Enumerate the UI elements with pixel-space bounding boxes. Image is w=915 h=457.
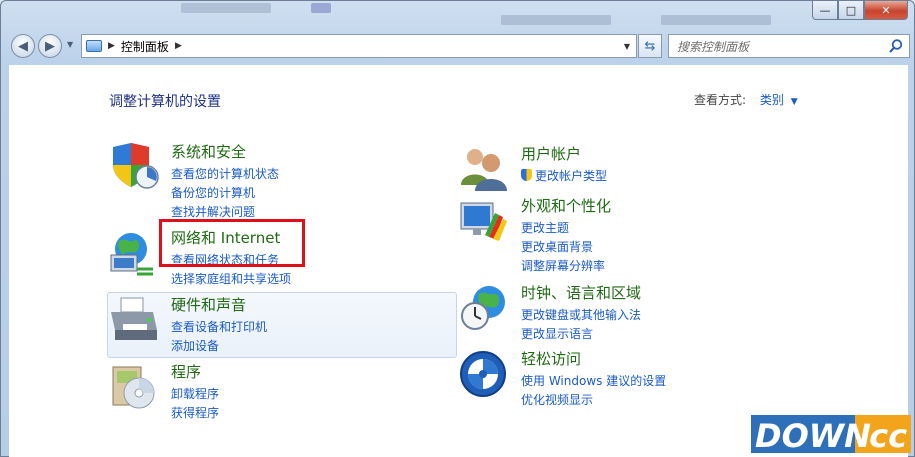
clock-globe-icon <box>461 286 505 330</box>
back-button[interactable]: ◀ <box>11 34 35 58</box>
task-link[interactable]: 优化视频显示 <box>521 391 666 410</box>
background-window-ghost <box>501 15 611 25</box>
task-link[interactable]: 使用 Windows 建议的设置 <box>521 372 666 391</box>
task-link-label[interactable]: 更改帐户类型 <box>535 169 607 183</box>
task-link[interactable]: 选择家庭组和共享选项 <box>171 270 291 289</box>
back-arrow-icon: ◀ <box>18 38 28 54</box>
category-title[interactable]: 程序 <box>171 361 201 382</box>
down-cc-watermark-logo: DOWN .cc <box>751 415 911 455</box>
view-by: 查看方式: 类别 ▼ <box>694 91 798 108</box>
view-by-dropdown[interactable]: 类别 <box>760 93 784 107</box>
category-title[interactable]: 硬件和声音 <box>171 294 246 315</box>
task-link[interactable]: 获得程序 <box>171 404 219 423</box>
category-title[interactable]: 用户帐户 <box>521 143 581 164</box>
category-title[interactable]: 轻松访问 <box>521 348 581 369</box>
network-globe-icon <box>110 233 153 276</box>
background-window-ghost <box>661 15 771 25</box>
category-hover-highlight <box>107 292 457 358</box>
task-link[interactable]: 更改主题 <box>521 219 605 238</box>
red-highlight-annotation <box>159 219 305 267</box>
content-pane: 调整计算机的设置 查看方式: 类别 ▼ 系统和安全 查看您的计算机状态 备份您的… <box>9 65 908 457</box>
display-paint-icon <box>460 202 507 241</box>
task-link[interactable]: 更改桌面背景 <box>521 238 605 257</box>
page-title: 调整计算机的设置 <box>109 94 221 110</box>
watermark-text-cc: .cc <box>857 417 907 455</box>
control-panel-icon <box>86 40 102 52</box>
refresh-icon: ⇆ <box>644 38 656 54</box>
breadcrumb-control-panel[interactable]: 控制面板 <box>121 38 169 55</box>
maximize-button[interactable]: □ <box>838 1 864 20</box>
view-by-label: 查看方式: <box>694 93 747 107</box>
task-link[interactable]: 添加设备 <box>171 337 267 356</box>
task-link[interactable]: 卸载程序 <box>171 385 219 404</box>
window-frame: — □ ✕ ◀ ▶ ▼ ▶ 控制面板 ▶ ▼ ⇆ 搜索控制面板 调整计算机的设置… <box>0 0 915 457</box>
forward-button[interactable]: ▶ <box>38 34 62 58</box>
view-by-chevron-down-icon[interactable]: ▼ <box>791 97 798 107</box>
forward-arrow-icon: ▶ <box>45 38 55 54</box>
address-bar[interactable]: ▶ 控制面板 ▶ ▼ <box>81 34 637 58</box>
refresh-button[interactable]: ⇆ <box>638 34 662 58</box>
uac-shield-icon <box>521 169 532 181</box>
category-title[interactable]: 时钟、语言和区域 <box>521 282 641 303</box>
watermark-text-down: DOWN <box>755 417 871 455</box>
users-icon <box>461 149 507 191</box>
task-link[interactable]: 更改显示语言 <box>521 325 641 344</box>
category-title[interactable]: 外观和个性化 <box>521 195 611 216</box>
shield-system-icon <box>113 143 159 189</box>
minimize-button[interactable]: — <box>812 1 838 20</box>
search-icon[interactable] <box>888 38 904 54</box>
ease-of-access-icon <box>460 351 506 397</box>
background-window-ghost <box>311 3 331 13</box>
maximize-icon: □ <box>845 3 857 17</box>
task-link[interactable]: 更改帐户类型 <box>521 167 607 186</box>
search-input[interactable]: 搜索控制面板 <box>668 34 910 58</box>
printer-icon <box>111 297 157 340</box>
task-link[interactable]: 更改键盘或其他输入法 <box>521 306 641 325</box>
task-link[interactable]: 查看设备和打印机 <box>171 318 267 337</box>
task-link[interactable]: 查看您的计算机状态 <box>171 165 279 184</box>
programs-disc-icon <box>112 366 155 409</box>
close-button[interactable]: ✕ <box>864 1 908 20</box>
navigation-bar: ◀ ▶ ▼ ▶ 控制面板 ▶ ▼ ⇆ 搜索控制面板 <box>7 31 910 61</box>
search-placeholder: 搜索控制面板 <box>677 39 750 54</box>
task-link[interactable]: 调整屏幕分辨率 <box>521 257 605 276</box>
background-window-ghost <box>181 3 271 13</box>
recent-pages-chevron-down-icon[interactable]: ▼ <box>67 40 73 49</box>
minimize-icon: — <box>819 3 831 17</box>
task-link[interactable]: 备份您的计算机 <box>171 184 279 203</box>
breadcrumb-separator-icon[interactable]: ▶ <box>175 41 182 51</box>
close-icon: ✕ <box>881 3 891 17</box>
address-history-chevron-down-icon[interactable]: ▼ <box>624 42 630 51</box>
breadcrumb-separator-icon[interactable]: ▶ <box>108 41 115 51</box>
category-title[interactable]: 系统和安全 <box>171 141 246 162</box>
title-bar[interactable]: — □ ✕ <box>1 1 914 27</box>
